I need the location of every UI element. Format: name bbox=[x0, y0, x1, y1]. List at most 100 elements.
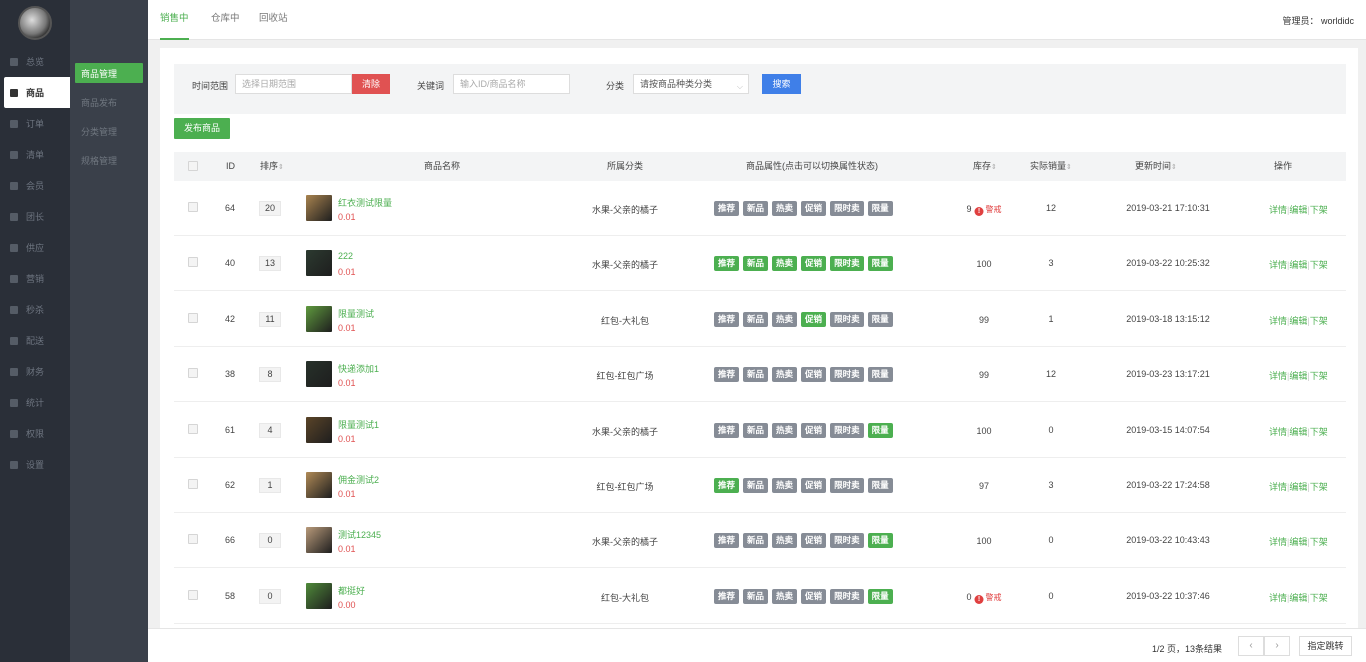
product-thumbnail[interactable] bbox=[306, 527, 332, 554]
sort-order-input[interactable]: 20 bbox=[259, 201, 281, 216]
attribute-tag[interactable]: 新品 bbox=[743, 201, 769, 216]
offshelf-link[interactable]: 下架 bbox=[1310, 371, 1328, 381]
sidebar-item-9[interactable]: 配送 bbox=[4, 325, 70, 356]
tab-recycle-bin[interactable]: 回收站 bbox=[259, 0, 288, 40]
subnav-item-3[interactable]: 规格管理 bbox=[75, 150, 143, 170]
product-thumbnail[interactable] bbox=[306, 250, 332, 277]
attribute-tag[interactable]: 促销 bbox=[801, 533, 827, 549]
sort-order-input[interactable]: 11 bbox=[259, 311, 281, 327]
sort-order-input[interactable]: 4 bbox=[259, 422, 281, 438]
product-thumbnail[interactable] bbox=[306, 195, 332, 221]
attribute-tag[interactable]: 限量 bbox=[867, 588, 893, 604]
attribute-tag[interactable]: 新品 bbox=[743, 478, 769, 493]
attribute-tag[interactable]: 促销 bbox=[801, 422, 827, 438]
col-updated[interactable]: 更新时间⇕ bbox=[1135, 152, 1177, 181]
attribute-tag[interactable]: 限量 bbox=[867, 478, 893, 493]
detail-link[interactable]: 详情 bbox=[1269, 593, 1287, 603]
attribute-tag[interactable]: 新品 bbox=[743, 422, 769, 438]
detail-link[interactable]: 详情 bbox=[1269, 260, 1287, 270]
publish-product-button[interactable]: 发布商品 bbox=[174, 118, 230, 139]
row-checkbox[interactable] bbox=[188, 589, 198, 600]
sidebar-item-2[interactable]: 订单 bbox=[4, 108, 70, 139]
subnav-item-1[interactable]: 商品发布 bbox=[75, 92, 143, 112]
clear-button[interactable]: 清除 bbox=[352, 74, 390, 94]
sidebar-item-0[interactable]: 总览 bbox=[4, 46, 70, 77]
col-stock[interactable]: 库存⇕ bbox=[973, 152, 997, 181]
admin-user[interactable]: 管理员： worldidc bbox=[1282, 14, 1354, 27]
product-name-link[interactable]: 佣金测试2 bbox=[338, 473, 379, 486]
product-thumbnail[interactable] bbox=[306, 416, 332, 443]
sidebar-item-8[interactable]: 秒杀 bbox=[4, 294, 70, 325]
date-range-input[interactable]: 选择日期范围 bbox=[235, 74, 352, 94]
sort-order-input[interactable]: 0 bbox=[259, 533, 281, 549]
attribute-tag[interactable]: 推荐 bbox=[714, 478, 740, 493]
product-name-link[interactable]: 测试12345 bbox=[338, 528, 381, 541]
offshelf-link[interactable]: 下架 bbox=[1310, 260, 1328, 270]
attribute-tag[interactable]: 热卖 bbox=[772, 311, 798, 327]
attribute-tag[interactable]: 促销 bbox=[801, 478, 827, 493]
offshelf-link[interactable]: 下架 bbox=[1310, 537, 1328, 547]
sidebar-item-7[interactable]: 营销 bbox=[4, 263, 70, 294]
attribute-tag[interactable]: 热卖 bbox=[772, 533, 798, 549]
next-page-button[interactable]: › bbox=[1264, 636, 1290, 656]
attribute-tag[interactable]: 热卖 bbox=[772, 478, 798, 493]
attribute-tag[interactable]: 限时卖 bbox=[830, 256, 864, 272]
attribute-tag[interactable]: 限量 bbox=[867, 311, 893, 327]
attribute-tag[interactable]: 限量 bbox=[867, 533, 893, 549]
attribute-tag[interactable]: 限时卖 bbox=[830, 533, 864, 549]
tab-warehouse[interactable]: 仓库中 bbox=[211, 0, 240, 40]
product-name-link[interactable]: 红衣测试限量 bbox=[338, 196, 392, 209]
edit-link[interactable]: 编辑 bbox=[1289, 427, 1307, 437]
attribute-tag[interactable]: 促销 bbox=[801, 256, 827, 272]
prev-page-button[interactable]: ‹ bbox=[1238, 636, 1264, 656]
attribute-tag[interactable]: 限时卖 bbox=[830, 367, 864, 383]
offshelf-link[interactable]: 下架 bbox=[1310, 593, 1328, 603]
search-button[interactable]: 搜索 bbox=[762, 74, 801, 94]
subnav-item-0[interactable]: 商品管理 bbox=[75, 63, 143, 83]
attribute-tag[interactable]: 限量 bbox=[867, 422, 893, 438]
product-thumbnail[interactable] bbox=[306, 361, 332, 388]
attribute-tag[interactable]: 热卖 bbox=[772, 367, 798, 383]
tab-on-sale[interactable]: 销售中 bbox=[160, 0, 189, 40]
attribute-tag[interactable]: 推荐 bbox=[714, 533, 740, 549]
sidebar-item-5[interactable]: 团长 bbox=[4, 201, 70, 232]
sort-order-input[interactable]: 8 bbox=[259, 367, 281, 383]
edit-link[interactable]: 编辑 bbox=[1289, 593, 1307, 603]
edit-link[interactable]: 编辑 bbox=[1289, 371, 1307, 381]
detail-link[interactable]: 详情 bbox=[1269, 316, 1287, 326]
attribute-tag[interactable]: 推荐 bbox=[714, 201, 740, 216]
attribute-tag[interactable]: 推荐 bbox=[714, 311, 740, 327]
attribute-tag[interactable]: 热卖 bbox=[772, 256, 798, 272]
attribute-tag[interactable]: 限时卖 bbox=[830, 311, 864, 327]
sort-order-input[interactable]: 13 bbox=[259, 256, 281, 272]
jump-page-button[interactable]: 指定跳转 bbox=[1299, 636, 1352, 656]
attribute-tag[interactable]: 促销 bbox=[801, 201, 827, 216]
attribute-tag[interactable]: 促销 bbox=[801, 367, 827, 383]
edit-link[interactable]: 编辑 bbox=[1289, 482, 1307, 492]
keyword-input[interactable]: 输入ID/商品名称 bbox=[453, 74, 570, 94]
attribute-tag[interactable]: 促销 bbox=[801, 588, 827, 604]
attribute-tag[interactable]: 推荐 bbox=[714, 256, 740, 272]
attribute-tag[interactable]: 新品 bbox=[743, 256, 769, 272]
attribute-tag[interactable]: 新品 bbox=[743, 588, 769, 604]
sidebar-item-6[interactable]: 供应 bbox=[4, 232, 70, 263]
row-checkbox[interactable] bbox=[188, 368, 198, 379]
attribute-tag[interactable]: 限时卖 bbox=[830, 201, 864, 216]
row-checkbox[interactable] bbox=[188, 202, 198, 212]
sort-order-input[interactable]: 1 bbox=[259, 478, 281, 493]
attribute-tag[interactable]: 新品 bbox=[743, 367, 769, 383]
edit-link[interactable]: 编辑 bbox=[1289, 205, 1307, 215]
product-name-link[interactable]: 限量测试 bbox=[338, 307, 374, 320]
sidebar-item-12[interactable]: 权限 bbox=[4, 418, 70, 449]
sidebar-item-13[interactable]: 设置 bbox=[4, 449, 70, 480]
edit-link[interactable]: 编辑 bbox=[1289, 260, 1307, 270]
product-thumbnail[interactable] bbox=[306, 472, 332, 498]
row-checkbox[interactable] bbox=[188, 479, 198, 489]
sort-order-input[interactable]: 0 bbox=[259, 588, 281, 604]
detail-link[interactable]: 详情 bbox=[1269, 205, 1287, 215]
detail-link[interactable]: 详情 bbox=[1269, 482, 1287, 492]
detail-link[interactable]: 详情 bbox=[1269, 427, 1287, 437]
attribute-tag[interactable]: 限时卖 bbox=[830, 422, 864, 438]
product-name-link[interactable]: 限量测试1 bbox=[338, 418, 379, 431]
col-sales[interactable]: 实际销量⇕ bbox=[1030, 152, 1072, 181]
